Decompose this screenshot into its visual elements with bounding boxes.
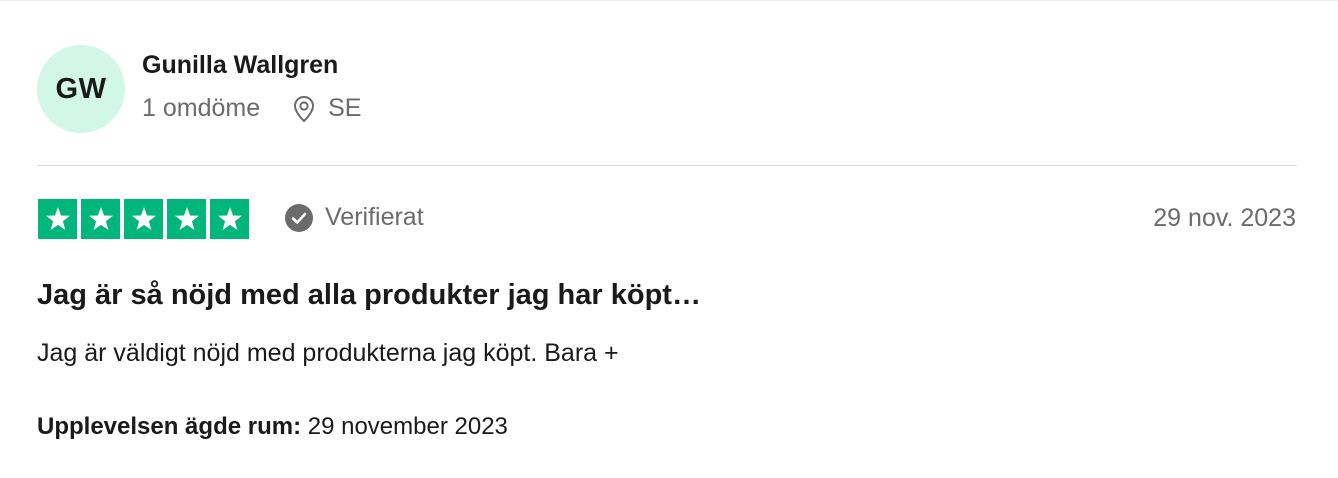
star-icon xyxy=(38,199,77,239)
check-circle-icon xyxy=(285,203,313,232)
star-icon xyxy=(81,199,120,239)
review-body: Jag är väldigt nöjd med produkterna jag … xyxy=(37,339,619,367)
star-icon xyxy=(167,199,206,239)
verified-badge[interactable]: Verifierat xyxy=(285,203,424,232)
avatar-initials: GW xyxy=(55,72,107,105)
star-rating xyxy=(38,199,249,239)
star-icon xyxy=(210,199,249,239)
avatar[interactable]: GW xyxy=(37,45,125,133)
experience-date: 29 november 2023 xyxy=(307,413,508,440)
experience-label: Upplevelsen ägde rum: xyxy=(37,413,302,440)
reviewer-meta: 1 omdöme SE xyxy=(142,94,361,123)
reviewer-location: SE xyxy=(293,94,361,123)
star-icon xyxy=(124,199,163,239)
review-card: GW Gunilla Wallgren 1 omdöme SE Verifier… xyxy=(0,0,1338,478)
review-date: 29 nov. 2023 xyxy=(1153,204,1296,232)
review-title[interactable]: Jag är så nöjd med alla produkter jag ha… xyxy=(37,279,701,312)
experience-date-row: Upplevelsen ägde rum: 29 november 2023 xyxy=(37,413,508,441)
country-code: SE xyxy=(328,94,362,122)
reviewer-name[interactable]: Gunilla Wallgren xyxy=(142,51,338,80)
divider xyxy=(37,165,1297,166)
review-count[interactable]: 1 omdöme xyxy=(142,94,260,123)
verified-label: Verifierat xyxy=(325,203,424,231)
location-pin-icon xyxy=(294,95,315,122)
